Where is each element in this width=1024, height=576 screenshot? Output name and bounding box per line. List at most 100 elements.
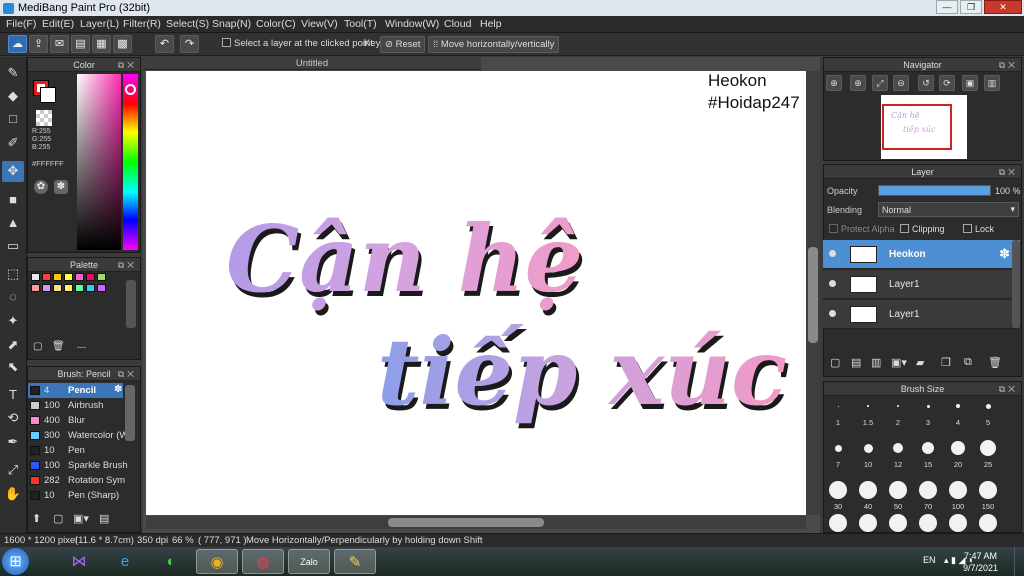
brush-size-dot[interactable]	[980, 440, 996, 456]
delete-layer-icon[interactable]: 🗑	[988, 356, 1002, 369]
start-button-icon[interactable]: ⊞	[2, 548, 29, 575]
page-icon[interactable]: ▦	[92, 35, 111, 53]
panel-controls-icon[interactable]: ⧉✕	[118, 58, 137, 72]
brush-size-dot[interactable]	[837, 405, 839, 407]
brush-size-dot[interactable]	[979, 481, 997, 499]
panel-controls-icon[interactable]: ⧉✕	[999, 165, 1018, 179]
rotate-reset-icon[interactable]: ⟳	[939, 75, 955, 91]
zoom-in-2-icon[interactable]: ⊕	[850, 75, 866, 91]
hand-move-tool-icon[interactable]: ⤢	[2, 460, 24, 481]
select-rect-tool-icon[interactable]: ⬚	[2, 264, 24, 285]
hand-tool-icon[interactable]: ✋	[2, 484, 24, 505]
brush-size-dot[interactable]	[867, 405, 869, 407]
brush-new-icon[interactable]: ▢	[53, 512, 63, 525]
layer-row[interactable]: Heokon ✽	[823, 240, 1020, 269]
brush-item[interactable]: 4 Pencil	[28, 383, 123, 398]
menu-window[interactable]: Window(W)	[385, 18, 439, 30]
background-color[interactable]	[40, 87, 56, 103]
duplicate-layer-icon[interactable]: ❐	[941, 356, 951, 369]
zoom-in-icon[interactable]: ⊕	[826, 75, 842, 91]
palette-swatch[interactable]	[97, 273, 106, 281]
fit-icon[interactable]: ⤢	[872, 75, 888, 91]
fill-rect-tool-icon[interactable]: ■	[2, 190, 24, 211]
hue-handle[interactable]	[125, 84, 136, 95]
brush-size-dot[interactable]	[893, 443, 903, 453]
palette-swatch[interactable]	[53, 284, 62, 292]
move-hv-button[interactable]: ⁞⁞ Move horizontally/vertically	[428, 36, 560, 53]
chat-icon[interactable]: ▤	[71, 35, 90, 53]
new-8bit-layer-icon[interactable]: ▥	[871, 356, 881, 369]
brush-size-dot[interactable]	[859, 481, 877, 499]
visibility-icon[interactable]	[829, 250, 836, 257]
palette-swatch[interactable]	[86, 284, 95, 292]
brush-properties-icon[interactable]: ▤	[99, 512, 109, 525]
gradient-tool-icon[interactable]: ▭	[2, 236, 24, 257]
comment-icon[interactable]: ✉	[50, 35, 69, 53]
brush-item[interactable]: 100 Sparkle Brush	[28, 458, 128, 473]
palette-swatch[interactable]	[75, 273, 84, 281]
brush-size-dot[interactable]	[951, 441, 965, 455]
brush-size-dot[interactable]	[979, 514, 997, 532]
palette-swatch[interactable]	[86, 273, 95, 281]
clock[interactable]: 7:47 AM 9/7/2021	[963, 550, 998, 574]
chrome-icon[interactable]: ◉	[196, 549, 238, 574]
bucket-tool-icon[interactable]: ▲	[2, 213, 24, 234]
panel-controls-icon[interactable]: ⧉✕	[118, 367, 137, 381]
flip-icon[interactable]: ▣	[962, 75, 978, 91]
color-wheel-icon[interactable]: ✿	[34, 180, 48, 194]
palette-swatch[interactable]	[42, 284, 51, 292]
brush-size-dot[interactable]	[897, 405, 899, 407]
brush-size-dot[interactable]	[834, 444, 842, 452]
palette-scrollbar[interactable]	[126, 280, 136, 328]
magic-wand-tool-icon[interactable]: ✦	[2, 311, 24, 332]
vertical-scroll-thumb[interactable]	[808, 247, 818, 343]
visual-studio-icon[interactable]: ⋈	[58, 549, 100, 574]
layer-row[interactable]: Layer1	[823, 300, 1020, 329]
brush-settings-icon[interactable]: ✽	[114, 384, 122, 395]
minimize-button[interactable]: —	[936, 0, 958, 14]
menu-file[interactable]: File(F)	[6, 18, 36, 30]
layer-row[interactable]: Layer1	[823, 270, 1020, 299]
panel-controls-icon[interactable]: ⧉✕	[118, 258, 137, 272]
visibility-icon[interactable]	[829, 280, 836, 287]
visibility-icon[interactable]	[829, 310, 836, 317]
blending-select[interactable]: Normal ▾	[878, 202, 1019, 217]
menu-layer[interactable]: Layer(L)	[80, 18, 119, 30]
brush-size-dot[interactable]	[859, 514, 877, 532]
layer-settings-icon[interactable]: ✽	[999, 246, 1010, 262]
menu-cloud[interactable]: Cloud	[444, 18, 471, 30]
palette-swatch[interactable]	[31, 284, 40, 292]
brush-size-dot[interactable]	[863, 443, 873, 453]
brush-menu-icon[interactable]: ▣▾	[73, 512, 89, 525]
document-tab[interactable]: Untitled	[143, 57, 481, 70]
brush-item[interactable]: 282 Rotation Sym	[28, 473, 125, 488]
protect-alpha-checkbox[interactable]: Protect Alpha	[829, 224, 895, 234]
brush-item[interactable]: 400 Blur	[28, 413, 123, 428]
operation-tool-icon[interactable]: ⟲	[2, 408, 24, 429]
paint-icon[interactable]: ✎	[334, 549, 376, 574]
brush-size-dot[interactable]	[926, 404, 930, 408]
menu-filter[interactable]: Filter(R)	[123, 18, 161, 30]
hue-slider[interactable]	[123, 74, 138, 250]
pen-tool-icon[interactable]: ✐	[2, 133, 24, 154]
grid-icon[interactable]: ▩	[113, 35, 132, 53]
menu-snap[interactable]: Snap(N)	[212, 18, 251, 30]
menu-view[interactable]: View(V)	[301, 18, 338, 30]
brush-item[interactable]: 10 Pen	[28, 443, 123, 458]
color-settings-icon[interactable]: ✽	[54, 180, 68, 194]
capture-icon[interactable]: ▥	[984, 75, 1000, 91]
palette-swatch[interactable]	[31, 273, 40, 281]
brush-size-dot[interactable]	[919, 481, 937, 499]
rotate-left-icon[interactable]: ↺	[918, 75, 934, 91]
lock-checkbox[interactable]: Lock	[963, 224, 994, 234]
folder-icon[interactable]: ▰	[916, 356, 924, 369]
panel-controls-icon[interactable]: ⧉✕	[999, 58, 1018, 72]
palette-swatch[interactable]	[64, 273, 73, 281]
maximize-button[interactable]: ❐	[960, 0, 982, 14]
palette-swatch[interactable]	[64, 284, 73, 292]
palette-delete-icon[interactable]: 🗑	[52, 341, 65, 352]
undo-icon[interactable]: ↶	[155, 35, 174, 53]
panel-controls-icon[interactable]: ⧉✕	[999, 382, 1018, 396]
palette-swatch[interactable]	[42, 273, 51, 281]
brush-add-icon[interactable]: ⬆	[32, 512, 41, 525]
